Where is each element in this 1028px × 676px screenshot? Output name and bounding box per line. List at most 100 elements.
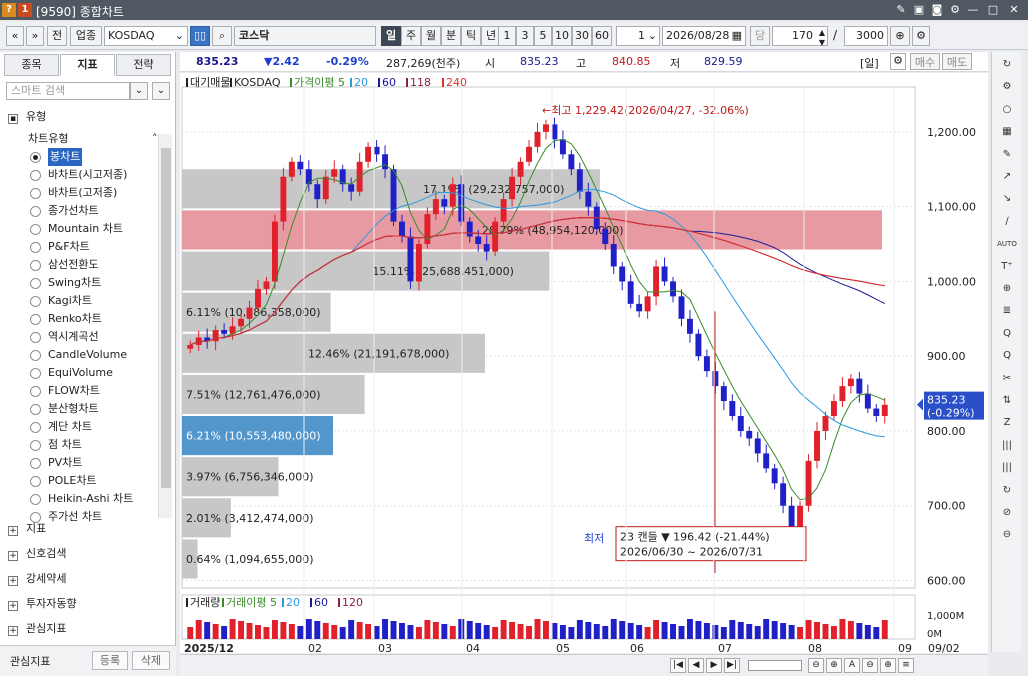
tab-strategy[interactable]: 전략 — [116, 54, 171, 76]
index-code-select[interactable]: KOSDAQ ⌄ — [104, 26, 188, 46]
market-type-button[interactable]: 업종 — [70, 26, 102, 46]
section-item[interactable]: + 신호검색 — [8, 545, 66, 563]
drawing-tool-icon[interactable]: ⊖ — [996, 526, 1018, 544]
drawing-tool-icon[interactable]: ○ — [996, 101, 1018, 119]
settings-icon[interactable]: ⚙ — [947, 2, 963, 18]
total-count-input[interactable]: 3000 — [844, 26, 888, 46]
radio-icon[interactable] — [30, 242, 41, 253]
radio-icon[interactable] — [30, 494, 41, 505]
date-input[interactable]: 2026/08/28 ▦ — [662, 26, 746, 46]
drawing-tool-icon[interactable]: ∕ — [996, 213, 1018, 231]
nav-button[interactable]: ⊖ — [862, 658, 878, 673]
nav-button[interactable]: ▶ — [706, 658, 722, 673]
minute-3-button[interactable]: 3 — [516, 26, 534, 46]
period-tab-minute[interactable]: 분 — [441, 26, 461, 46]
tab-indicator[interactable]: 지표 — [60, 54, 115, 76]
radio-icon[interactable] — [30, 422, 41, 433]
calendar-icon[interactable]: ▦ — [732, 27, 742, 45]
section-item[interactable]: + 관심지표 — [8, 620, 66, 638]
scrollbar-thumb[interactable] — [161, 148, 171, 488]
collapse-all-button[interactable]: ⌄ — [152, 82, 170, 100]
nav-button[interactable]: ◀ — [688, 658, 704, 673]
section-type[interactable]: ▪ 유형 — [8, 108, 46, 126]
radio-icon[interactable] — [30, 206, 41, 217]
section-item[interactable]: + 강세약세 — [8, 570, 66, 588]
caret-up-icon[interactable]: ˄ — [152, 132, 158, 146]
nav-button[interactable]: |◀ — [670, 658, 686, 673]
drawing-tool-icon[interactable]: ||| — [996, 459, 1018, 477]
drawing-tool-icon[interactable]: Q — [996, 325, 1018, 343]
chart-area[interactable]: 600.00 700.00 800.00 900.00 1,000.00 1,100.00… — [180, 73, 988, 655]
jeon-button[interactable]: 전 — [47, 26, 67, 46]
price-chart-svg[interactable]: 600.00 700.00 800.00 900.00 1,000.00 1,100.00… — [180, 73, 988, 655]
radio-icon[interactable] — [30, 296, 41, 307]
buy-button[interactable]: 매수 — [910, 53, 940, 70]
radio-icon[interactable] — [30, 404, 41, 415]
delete-button[interactable]: 삭제 — [132, 651, 170, 670]
drawing-tool-icon[interactable]: ↻ — [996, 482, 1018, 500]
nav-button[interactable]: ▶| — [724, 658, 740, 673]
dang-button[interactable]: 당 — [750, 26, 770, 46]
help-icon[interactable]: ? — [2, 3, 16, 17]
maximize-icon[interactable]: □ — [985, 2, 1001, 18]
smart-search-input[interactable]: 스마트 검색 — [6, 82, 130, 100]
minute-10-button[interactable]: 10 — [552, 26, 572, 46]
nav-button[interactable]: ⊕ — [826, 658, 842, 673]
radio-icon[interactable] — [30, 476, 41, 487]
drawing-tool-icon[interactable]: ↘ — [996, 190, 1018, 208]
period-count-select[interactable]: 1 ⌄ — [616, 26, 660, 46]
period-tab-tick[interactable]: 틱 — [461, 26, 481, 46]
radio-icon[interactable] — [30, 314, 41, 325]
drawing-tool-icon[interactable]: ⊘ — [996, 504, 1018, 522]
period-tab-month[interactable]: 월 — [421, 26, 441, 46]
stepper-down-icon[interactable]: ▼ — [819, 34, 825, 52]
nav-button[interactable]: ⊖ — [808, 658, 824, 673]
radio-icon[interactable] — [30, 278, 41, 289]
nav-button[interactable]: A — [844, 658, 860, 673]
drawing-tool-icon[interactable]: Z — [996, 414, 1018, 432]
drawing-tool-icon[interactable]: ✎ — [996, 146, 1018, 164]
radio-icon[interactable] — [30, 332, 41, 343]
minute-1-button[interactable]: 1 — [498, 26, 516, 46]
nav-button[interactable]: ≡ — [898, 658, 914, 673]
radio-icon[interactable] — [30, 170, 41, 181]
view-count-stepper[interactable]: 170 ▲ ▼ — [772, 26, 828, 47]
next-arrow-button[interactable]: » — [26, 26, 44, 46]
copy-icon[interactable]: ▣ — [911, 2, 927, 18]
drawing-tool-icon[interactable]: ⇅ — [996, 392, 1018, 410]
prev-arrow-button[interactable]: « — [6, 26, 24, 46]
sell-button[interactable]: 매도 — [942, 53, 972, 70]
link-toggle-button[interactable]: ▯▯ — [190, 26, 210, 46]
zoom-in-icon[interactable]: ⊕ — [890, 26, 910, 46]
radio-icon[interactable] — [30, 386, 41, 397]
minute-60-button[interactable]: 60 — [592, 26, 612, 46]
register-button[interactable]: 등록 — [92, 651, 128, 670]
section-item[interactable]: + 투자자동향 — [8, 595, 77, 613]
type-list-scrollbar[interactable] — [158, 134, 172, 518]
radio-icon[interactable] — [30, 368, 41, 379]
drawing-tool-icon[interactable]: ⊕ — [996, 280, 1018, 298]
section-item[interactable]: + 지표 — [8, 520, 46, 538]
drawing-tool-icon[interactable]: AUTO — [996, 235, 1018, 253]
tab-stock[interactable]: 종목 — [4, 54, 59, 76]
radio-icon[interactable] — [30, 350, 41, 361]
radio-icon[interactable] — [30, 440, 41, 451]
radio-icon[interactable] — [30, 458, 41, 469]
radio-icon[interactable] — [30, 260, 41, 271]
nav-button[interactable]: ⊕ — [880, 658, 896, 673]
drawing-tool-icon[interactable]: Q — [996, 347, 1018, 365]
zoom-slider[interactable] — [748, 660, 802, 671]
camera-icon[interactable]: ◙ — [929, 2, 945, 18]
info-settings-icon[interactable]: ⚙ — [890, 53, 906, 70]
drawing-tool-icon[interactable]: ||| — [996, 437, 1018, 455]
drawing-tool-icon[interactable]: ↗ — [996, 168, 1018, 186]
drawing-tool-icon[interactable]: ↻ — [996, 56, 1018, 74]
minute-30-button[interactable]: 30 — [572, 26, 592, 46]
drawing-tool-icon[interactable]: T⁺ — [996, 258, 1018, 276]
subsection-chart-type[interactable]: 차트유형 ˄ — [28, 132, 158, 146]
radio-icon[interactable] — [30, 188, 41, 199]
toolbar-settings-icon[interactable]: ⚙ — [912, 26, 930, 46]
drawing-tool-icon[interactable]: ✂ — [996, 370, 1018, 388]
radio-icon[interactable] — [30, 224, 41, 235]
drawing-tool-icon[interactable]: ⚙ — [996, 78, 1018, 96]
